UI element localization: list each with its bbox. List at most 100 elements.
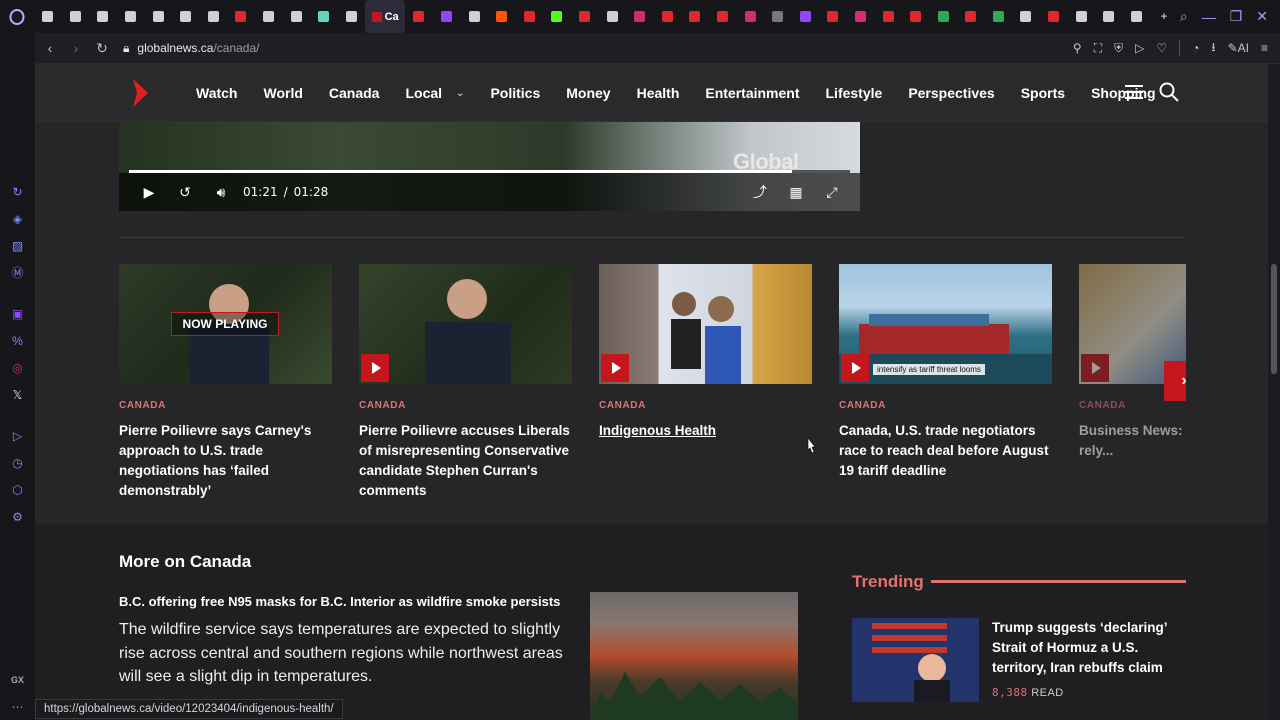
nav-item-sports[interactable]: Sports (1008, 85, 1078, 101)
card-headline[interactable]: Indigenous Health (599, 421, 812, 441)
tab-favicon-icon[interactable] (405, 0, 433, 33)
tab-favicon-icon[interactable] (957, 0, 985, 33)
nav-item-watch[interactable]: Watch (183, 85, 250, 101)
sidebar-settings-icon[interactable]: ⚙ (0, 503, 35, 530)
tab-favicon-icon[interactable] (681, 0, 709, 33)
global-news-logo-icon[interactable] (131, 78, 149, 108)
pin-icon[interactable]: ⚲ (1073, 41, 1082, 55)
sidebar-more-icon[interactable]: ⋯ (0, 693, 35, 720)
card-headline[interactable]: Pierre Poilievre says Carney's approach … (119, 421, 332, 501)
video-thumbnail[interactable] (359, 264, 572, 384)
tab-favicon-icon[interactable] (1012, 0, 1040, 33)
tab-favicon-icon[interactable] (543, 0, 571, 33)
nav-item-shopping[interactable]: Shopping (1078, 85, 1169, 101)
sidebar-bot-icon[interactable]: ◈ (0, 205, 35, 232)
nav-item-world[interactable]: World (250, 85, 315, 101)
tab-favicon-icon[interactable] (34, 0, 62, 33)
tab-favicon-icon[interactable] (488, 0, 516, 33)
ai-button[interactable]: ✎AI (1228, 41, 1249, 55)
tab-favicon-icon[interactable] (338, 0, 366, 33)
tab-favicon-icon[interactable] (433, 0, 461, 33)
card-category[interactable]: CANADA (359, 400, 572, 411)
tab-favicon-icon[interactable] (626, 0, 654, 33)
flow-icon[interactable]: ▷ (1135, 41, 1144, 55)
nav-item-lifestyle[interactable]: Lifestyle (813, 85, 896, 101)
nav-item-canada[interactable]: Canada (316, 85, 393, 101)
sidebar-m-icon[interactable]: Ⓜ (0, 259, 35, 286)
sidebar-extensions-icon[interactable]: ⬡ (0, 476, 35, 503)
card-category[interactable]: CANADA (119, 400, 332, 411)
tab-favicon-icon[interactable] (89, 0, 117, 33)
tab-search-icon[interactable]: ⌕ (1180, 8, 1188, 25)
tab-favicon-icon[interactable] (172, 0, 200, 33)
video-thumbnail[interactable]: intensify as tariff threat looms (839, 264, 1052, 384)
tab-favicon-icon[interactable] (653, 0, 681, 33)
share-icon[interactable]: ⤴ (742, 173, 778, 211)
carousel-card[interactable]: CANADA Indigenous Health (599, 264, 812, 441)
play-button-icon[interactable] (601, 354, 629, 382)
card-category[interactable]: CANADA (599, 400, 812, 411)
hamburger-menu-icon[interactable] (1125, 84, 1143, 100)
tab-favicon-icon[interactable] (117, 0, 145, 33)
new-tab-icon[interactable]: + (1150, 0, 1178, 33)
tab-favicon-icon[interactable] (1123, 0, 1151, 33)
tab-favicon-icon[interactable] (516, 0, 544, 33)
nav-item-politics[interactable]: Politics (477, 85, 553, 101)
nav-item-perspectives[interactable]: Perspectives (895, 85, 1007, 101)
sidebar-refresh-icon[interactable]: ↻ (0, 178, 35, 205)
play-button-icon[interactable] (1081, 354, 1109, 382)
minimize-icon[interactable]: — (1202, 9, 1216, 25)
tab-favicon-icon[interactable] (985, 0, 1013, 33)
url-field[interactable]: 🔒︎ globalnews.ca/canada/ (123, 41, 260, 56)
card-headline[interactable]: Business News: ... increasingly rely... (1079, 421, 1186, 461)
volume-icon[interactable]: 🔊︎ (203, 173, 239, 211)
card-category[interactable]: CANADA (1079, 400, 1186, 411)
nav-item-entertainment[interactable]: Entertainment (692, 85, 812, 101)
tab-favicon-icon[interactable] (902, 0, 930, 33)
tab-favicon-icon[interactable] (255, 0, 283, 33)
tab-active[interactable]: Ca (365, 0, 406, 33)
carousel-card[interactable]: CANADA Pierre Poilievre accuses Liberals… (359, 264, 572, 501)
download-icon[interactable]: ⭳ (1211, 38, 1215, 59)
search-icon[interactable] (1159, 82, 1179, 102)
tab-favicon-icon[interactable] (144, 0, 172, 33)
card-category[interactable]: CANADA (839, 400, 1052, 411)
carousel-next-button[interactable]: › (1164, 361, 1186, 401)
shield-icon[interactable]: ⛨ (1114, 41, 1123, 56)
restore-icon[interactable]: ❐ (1230, 8, 1243, 25)
fullscreen-icon[interactable]: ⤢ (814, 173, 850, 211)
nav-item-local[interactable]: Local ⌄ (392, 85, 477, 101)
tab-favicon-icon[interactable] (819, 0, 847, 33)
sidebar-player-icon[interactable]: ▷ (0, 422, 35, 449)
play-button-icon[interactable] (841, 354, 869, 382)
sidebar-tile-icon[interactable]: ▨ (0, 232, 35, 259)
nav-item-money[interactable]: Money (553, 85, 623, 101)
tab-favicon-icon[interactable] (1067, 0, 1095, 33)
account-icon[interactable]: ◔ (1192, 41, 1199, 55)
close-window-icon[interactable]: ✕ (1256, 8, 1268, 25)
carousel-card[interactable]: intensify as tariff threat looms CANADA … (839, 264, 1052, 481)
video-thumbnail[interactable]: NOW PLAYING (119, 264, 332, 384)
page-scrollbar[interactable] (1268, 64, 1280, 720)
card-headline[interactable]: Pierre Poilievre accuses Liberals of mis… (359, 421, 572, 501)
tab-favicon-icon[interactable] (874, 0, 902, 33)
tab-favicon-icon[interactable] (62, 0, 90, 33)
chevron-down-icon[interactable]: ⌄ (456, 88, 464, 99)
video-player[interactable]: Global ▶ ↺ 🔊︎ 01:21 / 01:28 ⤴ ▦ ⤢ (119, 122, 860, 211)
tab-favicon-icon[interactable] (764, 0, 792, 33)
story-headline[interactable]: B.C. offering free N95 masks for B.C. In… (119, 594, 560, 609)
sidebar-x-icon[interactable]: 𝕏 (0, 381, 35, 408)
snapshot-icon[interactable]: ⛶ (1094, 41, 1102, 56)
tab-favicon-icon[interactable] (709, 0, 737, 33)
card-headline[interactable]: Canada, U.S. trade negotiators race to r… (839, 421, 1052, 481)
tab-favicon-icon[interactable] (929, 0, 957, 33)
opera-logo-icon[interactable] (0, 0, 34, 33)
sidebar-twitch-icon[interactable]: ▣ (0, 300, 35, 327)
tab-favicon-icon[interactable] (1095, 0, 1123, 33)
sidebar-history-icon[interactable]: ◷ (0, 449, 35, 476)
carousel-card[interactable]: NOW PLAYING CANADA Pierre Poilievre says… (119, 264, 332, 501)
menu-icon[interactable]: ≡ (1261, 41, 1268, 55)
grid-icon[interactable]: ▦ (778, 173, 814, 211)
nav-item-health[interactable]: Health (624, 85, 693, 101)
tab-favicon-icon[interactable] (227, 0, 255, 33)
